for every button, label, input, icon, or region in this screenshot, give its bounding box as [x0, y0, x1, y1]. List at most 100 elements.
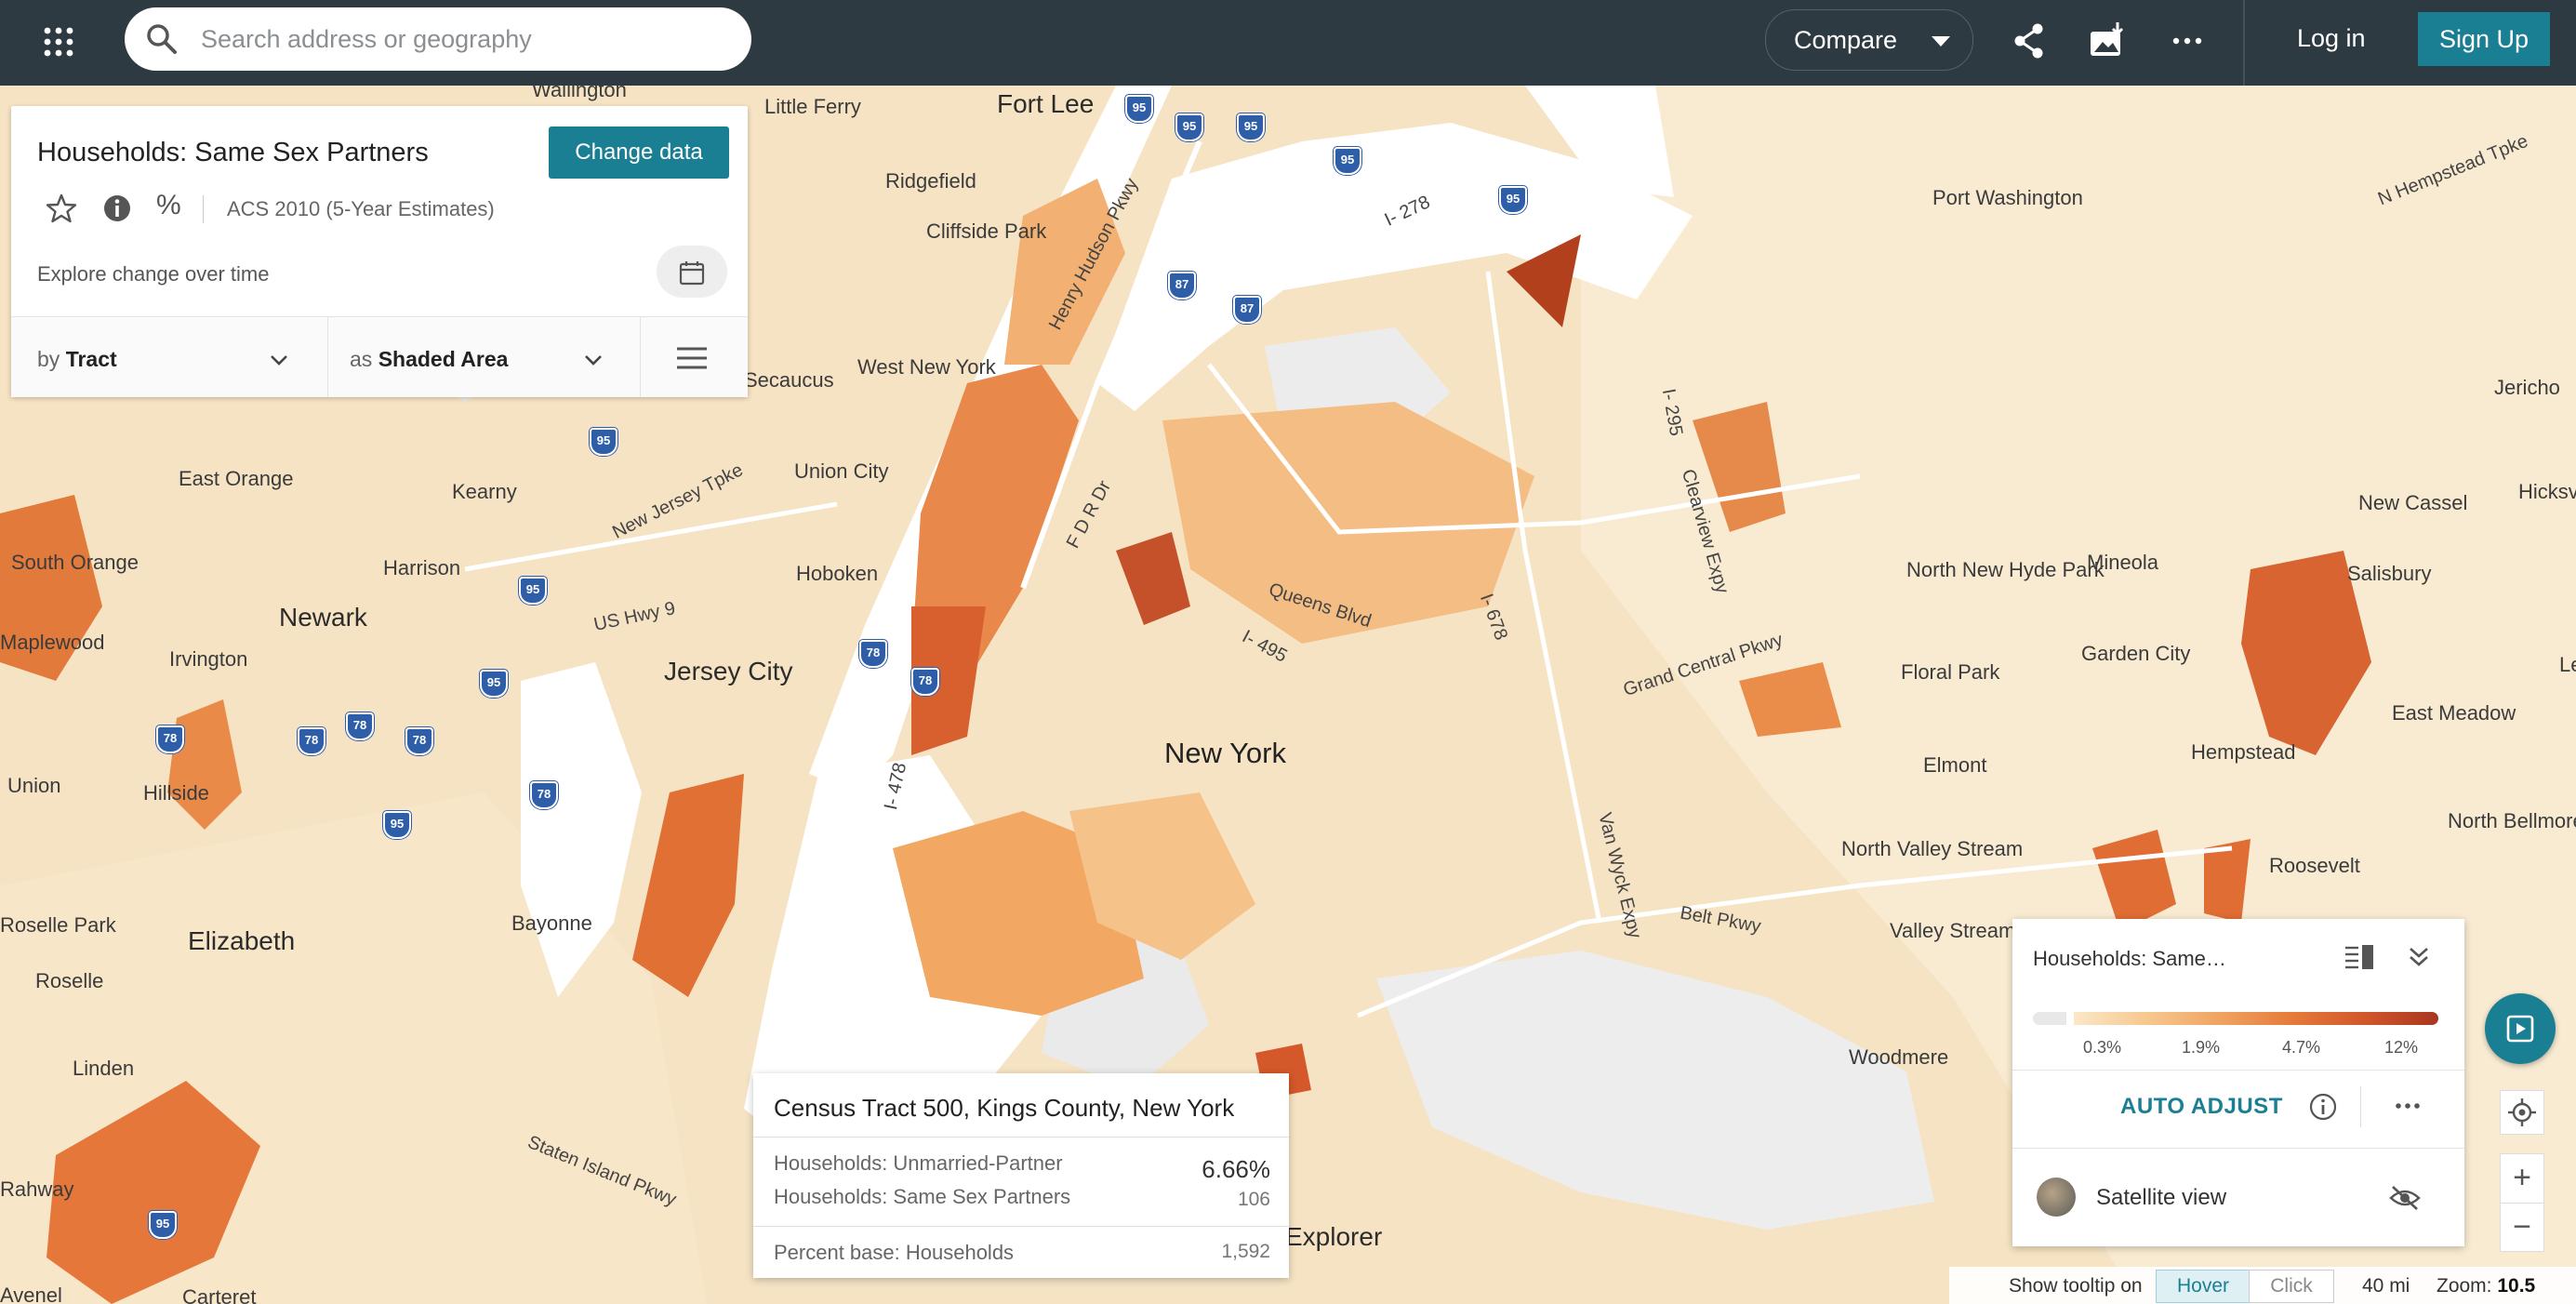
by-value: Tract: [65, 347, 117, 371]
compare-label: Compare: [1794, 26, 1898, 54]
divider: [203, 195, 204, 223]
highway-shield: 95: [149, 1211, 177, 1239]
divider: [640, 317, 641, 397]
zoom-out-button[interactable]: −: [2501, 1203, 2543, 1252]
highway-shield: 95: [1499, 186, 1527, 214]
search-box: [125, 7, 751, 71]
panel-title: Households: Same Sex Partners: [37, 138, 429, 167]
more-options-icon[interactable]: [2167, 20, 2208, 61]
place-label: Wallington: [532, 86, 627, 101]
place-label: Hoboken: [796, 562, 879, 585]
toolbar-divider: [2243, 0, 2245, 86]
more-options-icon[interactable]: [2392, 1092, 2423, 1120]
tooltip-row-value: 6.66%: [1202, 1155, 1270, 1183]
auto-adjust-button[interactable]: AUTO ADJUST: [2120, 1094, 2283, 1120]
place-label: Elmont: [1923, 753, 1987, 777]
as-prefix: as: [350, 347, 373, 371]
highway-shield: 78: [298, 727, 325, 755]
divider: [2012, 1070, 2464, 1071]
place-label: Valley Stream: [1890, 919, 2016, 942]
place-label: South Orange: [11, 551, 139, 574]
timeline-button[interactable]: [657, 246, 727, 298]
highway-shield: 78: [346, 712, 374, 740]
highway-shield: 78: [405, 727, 433, 755]
place-label: Hillside: [143, 781, 209, 805]
place-label: Roosevelt: [2269, 854, 2360, 877]
highway-shield: 78: [530, 781, 558, 809]
highway-shield: 95: [519, 577, 547, 605]
place-label: Irvington: [169, 647, 248, 671]
zoom-value: 10.5: [2497, 1275, 2536, 1297]
place-label: Hempstead: [2191, 740, 2296, 764]
chevron-down-icon[interactable]: [268, 349, 290, 371]
compare-dropdown[interactable]: Compare: [1765, 9, 1973, 71]
search-input[interactable]: [199, 17, 733, 61]
place-label: Rahway: [0, 1178, 74, 1201]
info-icon[interactable]: [100, 192, 134, 225]
legend-panel: Households: Same… 0.3% 1.9% 4.7% 12% AUT…: [2012, 919, 2464, 1246]
as-value: Shaded Area: [378, 347, 509, 371]
place-label: New Cassel: [2358, 491, 2468, 514]
place-label: Floral Park: [1901, 660, 2000, 684]
place-label: Roselle Park: [0, 913, 116, 937]
tooltip-row-value: 1,592: [1221, 1241, 1270, 1262]
place-label: Harrison: [383, 556, 461, 579]
place-label: Maplewood: [0, 631, 105, 654]
click-toggle[interactable]: Click: [2249, 1270, 2334, 1303]
hover-toggle[interactable]: Hover: [2156, 1270, 2251, 1303]
divider: [2360, 1086, 2361, 1127]
highway-shield: 78: [859, 640, 887, 668]
percent-toggle[interactable]: %: [156, 190, 181, 221]
eye-hidden-icon[interactable]: [2388, 1183, 2422, 1213]
place-label: Kearny: [452, 480, 517, 503]
highway-shield: 95: [1175, 113, 1203, 141]
place-label: Newark: [279, 603, 367, 632]
highway-shield: 87: [1168, 272, 1196, 299]
share-icon[interactable]: [2009, 20, 2050, 61]
zoom-prefix: Zoom:: [2437, 1275, 2492, 1297]
locate-me-button[interactable]: [2500, 1090, 2544, 1135]
caret-down-icon: [1932, 36, 1950, 47]
divider: [753, 1226, 1289, 1227]
change-data-button[interactable]: Change data: [549, 126, 729, 179]
search-icon: [147, 24, 177, 54]
dataset-label: ACS 2010 (5-Year Estimates): [227, 197, 495, 220]
star-icon[interactable]: [45, 192, 78, 225]
highway-shield: 95: [480, 670, 508, 698]
place-label: New York: [1164, 737, 1286, 769]
geography-controls: by Tract as Shaded Area: [11, 316, 748, 397]
tooltip-row-label: Households: Same Sex Partners: [774, 1185, 1071, 1208]
download-image-icon[interactable]: [2087, 20, 2128, 61]
legend-tick: 4.7%: [2282, 1038, 2321, 1057]
play-slide-icon: [2506, 1015, 2534, 1043]
place-label: Jersey City: [664, 657, 793, 685]
highway-shield: 95: [590, 428, 617, 456]
calendar-icon: [679, 261, 705, 286]
explore-change-label: Explore change over time: [37, 262, 270, 286]
place-label: North Bellmore: [2448, 809, 2576, 832]
presentation-mode-button[interactable]: [2485, 993, 2556, 1064]
signup-button[interactable]: Sign Up: [2418, 12, 2550, 66]
chevron-down-icon[interactable]: [582, 349, 604, 371]
place-label: Union City: [794, 459, 889, 483]
place-label: Carteret: [182, 1285, 257, 1304]
place-label: Union: [7, 774, 61, 797]
zoom-controls: + −: [2500, 1153, 2544, 1252]
place-label: Cliffside Park: [926, 220, 1047, 243]
satellite-view-label: Satellite view: [2096, 1185, 2227, 1210]
zoom-in-button[interactable]: +: [2501, 1154, 2543, 1203]
divider: [327, 317, 328, 397]
legend-layout-icon[interactable]: [2344, 943, 2375, 971]
geography-level-select[interactable]: by Tract: [37, 347, 117, 372]
legend-tick: 1.9%: [2182, 1038, 2221, 1057]
collapse-chevron-icon[interactable]: [2403, 943, 2435, 971]
place-label: Bayonne: [511, 911, 592, 935]
satellite-thumbnail: [2037, 1178, 2076, 1217]
login-button[interactable]: Log in: [2297, 24, 2366, 53]
legend-tick: 12%: [2384, 1038, 2419, 1057]
place-label: West New York: [857, 355, 996, 379]
display-type-select[interactable]: as Shaded Area: [350, 347, 508, 372]
hamburger-menu-icon[interactable]: [675, 345, 709, 371]
apps-grid-icon[interactable]: [43, 26, 74, 58]
info-icon[interactable]: [2308, 1092, 2338, 1122]
